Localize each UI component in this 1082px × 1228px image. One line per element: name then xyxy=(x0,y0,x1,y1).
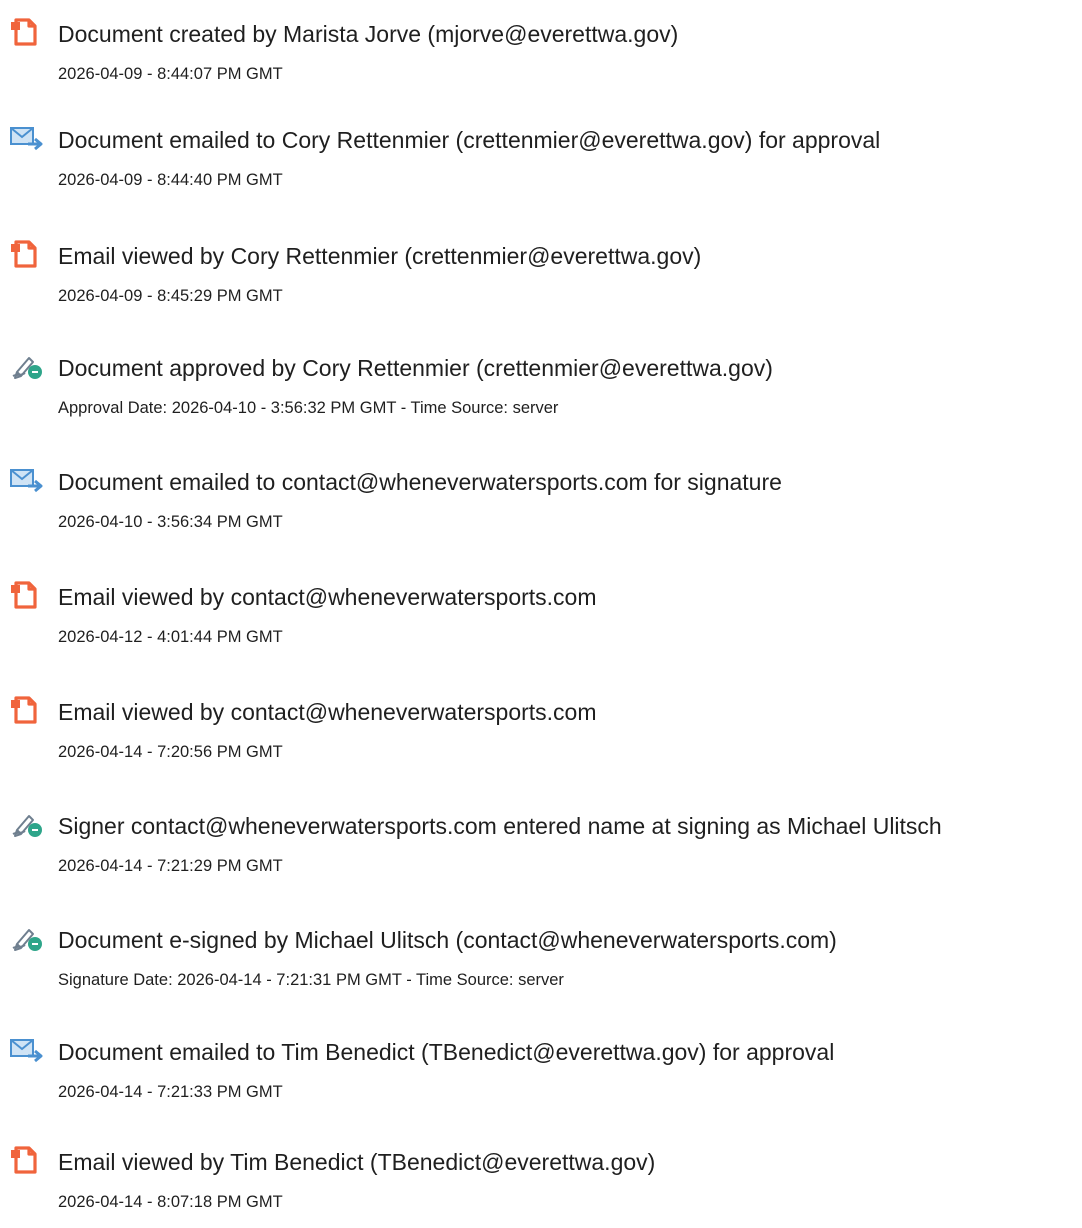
event-title: Document e-signed by Michael Ulitsch (co… xyxy=(58,927,837,953)
email-sent-icon xyxy=(9,1034,45,1066)
event-title: Document approved by Cory Rettenmier (cr… xyxy=(58,355,773,381)
event-timestamp: 2026-04-14 - 8:07:18 PM GMT xyxy=(58,1193,283,1211)
event-timestamp: 2026-04-09 - 8:45:29 PM GMT xyxy=(58,287,283,305)
event-title: Document emailed to Cory Rettenmier (cre… xyxy=(58,127,881,153)
audit-event: Document approved by Cory Rettenmier (cr… xyxy=(0,344,1082,434)
event-timestamp: 2026-04-12 - 4:01:44 PM GMT xyxy=(58,628,283,646)
event-timestamp: Approval Date: 2026-04-10 - 3:56:32 PM G… xyxy=(58,399,559,417)
event-timestamp: 2026-04-09 - 8:44:07 PM GMT xyxy=(58,65,283,83)
event-title: Email viewed by Tim Benedict (TBenedict@… xyxy=(58,1149,656,1175)
signature-icon xyxy=(9,350,45,382)
event-title: Email viewed by Cory Rettenmier (cretten… xyxy=(58,243,702,269)
document-icon xyxy=(9,694,45,726)
email-sent-icon xyxy=(9,122,45,154)
event-timestamp: 2026-04-14 - 7:20:56 PM GMT xyxy=(58,743,283,761)
signature-icon xyxy=(9,922,45,954)
event-timestamp: 2026-04-14 - 7:21:33 PM GMT xyxy=(58,1083,283,1101)
event-title: Email viewed by contact@wheneverwaterspo… xyxy=(58,584,597,610)
audit-event: Email viewed by contact@wheneverwaterspo… xyxy=(0,688,1082,778)
document-icon xyxy=(9,1144,45,1176)
document-icon xyxy=(9,16,45,48)
audit-event: Document e-signed by Michael Ulitsch (co… xyxy=(0,916,1082,1006)
event-timestamp: 2026-04-09 - 8:44:40 PM GMT xyxy=(58,171,283,189)
email-sent-icon xyxy=(9,464,45,496)
audit-event: Email viewed by contact@wheneverwaterspo… xyxy=(0,573,1082,663)
event-title: Document created by Marista Jorve (mjorv… xyxy=(58,21,679,47)
audit-event: Document emailed to Cory Rettenmier (cre… xyxy=(0,116,1082,206)
audit-event: Email viewed by Cory Rettenmier (cretten… xyxy=(0,232,1082,322)
signature-icon xyxy=(9,808,45,840)
event-timestamp: Signature Date: 2026-04-14 - 7:21:31 PM … xyxy=(58,971,564,989)
event-title: Document emailed to Tim Benedict (TBened… xyxy=(58,1039,835,1065)
audit-event: Document created by Marista Jorve (mjorv… xyxy=(0,10,1082,100)
event-title: Signer contact@wheneverwatersports.com e… xyxy=(58,813,942,839)
document-icon xyxy=(9,579,45,611)
event-timestamp: 2026-04-14 - 7:21:29 PM GMT xyxy=(58,857,283,875)
audit-event: Signer contact@wheneverwatersports.com e… xyxy=(0,802,1082,892)
event-title: Document emailed to contact@wheneverwate… xyxy=(58,469,782,495)
audit-event: Document emailed to contact@wheneverwate… xyxy=(0,458,1082,548)
event-timestamp: 2026-04-10 - 3:56:34 PM GMT xyxy=(58,513,283,531)
audit-event: Email viewed by Tim Benedict (TBenedict@… xyxy=(0,1138,1082,1228)
event-title: Email viewed by contact@wheneverwaterspo… xyxy=(58,699,597,725)
document-icon xyxy=(9,238,45,270)
audit-event: Document emailed to Tim Benedict (TBened… xyxy=(0,1028,1082,1118)
